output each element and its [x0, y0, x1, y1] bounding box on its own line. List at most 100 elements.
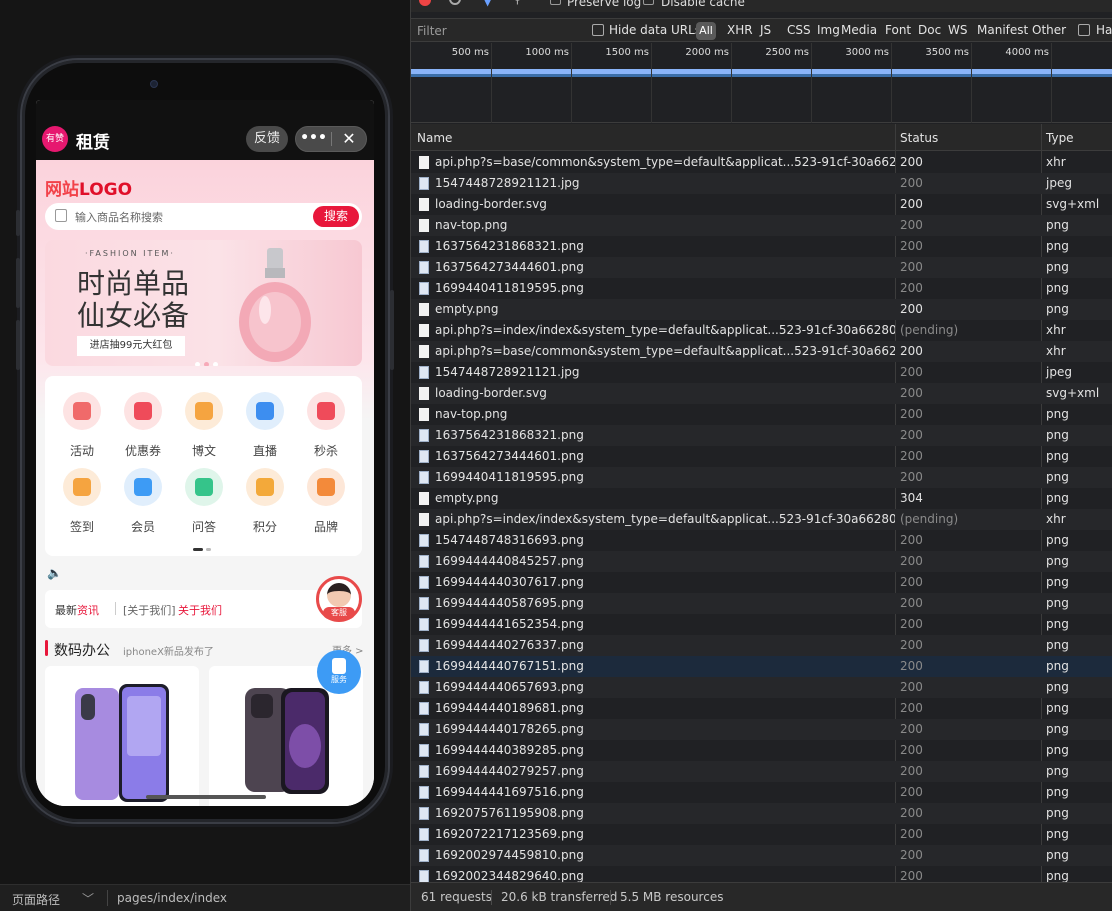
request-row[interactable]: 1547448728921121.jpg 200 jpeg	[411, 173, 1112, 194]
request-row[interactable]: 1699444440279257.png 200 png	[411, 761, 1112, 782]
grid-item[interactable]: 品牌	[296, 468, 356, 535]
grid-item[interactable]: 活动	[52, 392, 112, 459]
request-row[interactable]: 1692075761195908.png 200 png	[411, 803, 1112, 824]
search-input[interactable]: 输入商品名称搜索	[75, 209, 163, 225]
request-row[interactable]: 1637564231868321.png 200 png	[411, 425, 1112, 446]
page-path-bar: 页面路径 ﹀ pages/index/index	[0, 884, 410, 911]
request-row[interactable]: 1692002344829640.png 200 png	[411, 866, 1112, 882]
grid-item[interactable]: 会员	[113, 468, 173, 535]
preserve-log-checkbox[interactable]	[550, 0, 561, 5]
type-filter-css[interactable]: CSS	[787, 23, 811, 37]
type-filter-xhr[interactable]: XHR	[727, 23, 753, 37]
timeline-gridline	[1051, 43, 1052, 123]
grid-item[interactable]: 积分	[235, 468, 295, 535]
image-file-icon	[419, 240, 429, 253]
type-filter-img[interactable]: Img	[817, 23, 840, 37]
grid-item[interactable]: 直播	[235, 392, 295, 459]
grid-item[interactable]: 优惠券	[113, 392, 173, 459]
grid-item[interactable]: 博文	[174, 392, 234, 459]
product-card[interactable]	[45, 666, 199, 806]
type-filter-media[interactable]: Media	[841, 23, 877, 37]
search-button[interactable]: 搜索	[313, 206, 359, 227]
has-blocked-checkbox[interactable]	[1078, 24, 1090, 36]
type-filter-manifest[interactable]: Manifest	[977, 23, 1028, 37]
request-row[interactable]: loading-border.svg 200 svg+xml	[411, 383, 1112, 404]
request-row[interactable]: api.php?s=index/index&system_type=defaul…	[411, 320, 1112, 341]
request-row[interactable]: 1699440411819595.png 200 png	[411, 278, 1112, 299]
request-row[interactable]: 1699444440587695.png 200 png	[411, 593, 1112, 614]
type-filter-font[interactable]: Font	[885, 23, 911, 37]
request-row[interactable]: 1699444440845257.png 200 png	[411, 551, 1112, 572]
grid-item-icon	[185, 468, 223, 506]
feedback-button[interactable]: 反馈	[246, 126, 288, 152]
service-icon	[332, 658, 346, 674]
request-status: 200	[900, 764, 923, 778]
path-divider	[107, 890, 108, 906]
request-row[interactable]: api.php?s=base/common&system_type=defaul…	[411, 152, 1112, 173]
request-row[interactable]: 1699444440389285.png 200 png	[411, 740, 1112, 761]
search-box[interactable]: 输入商品名称搜索 搜索	[45, 203, 362, 230]
filter-input[interactable]: Filter	[417, 24, 447, 38]
request-row[interactable]: 1699444440178265.png 200 png	[411, 719, 1112, 740]
grid-item-label: 签到	[69, 520, 94, 534]
record-icon[interactable]	[419, 0, 431, 6]
service-button[interactable]: 服务	[317, 650, 361, 694]
request-row[interactable]: api.php?s=base/common&system_type=defaul…	[411, 341, 1112, 362]
request-type: png	[1046, 575, 1069, 589]
request-row[interactable]: 1699444441697516.png 200 png	[411, 782, 1112, 803]
request-row[interactable]: 1699444440276337.png 200 png	[411, 635, 1112, 656]
request-row[interactable]: 1699440411819595.png 200 png	[411, 467, 1112, 488]
request-name: 1692002344829640.png	[435, 869, 584, 882]
type-filter-js[interactable]: JS	[760, 23, 771, 37]
request-row[interactable]: 1699444441652354.png 200 png	[411, 614, 1112, 635]
filter-all-button[interactable]: All	[696, 22, 716, 40]
type-filter-other[interactable]: Other	[1032, 23, 1066, 37]
grid-item[interactable]: 秒杀	[296, 392, 356, 459]
grid-item[interactable]: 问答	[174, 468, 234, 535]
request-row[interactable]: nav-top.png 200 png	[411, 404, 1112, 425]
request-name: 1547448748316693.png	[435, 533, 584, 547]
request-row[interactable]: nav-top.png 200 png	[411, 215, 1112, 236]
news-link-2[interactable]: 关于我们	[178, 602, 222, 618]
request-row[interactable]: 1699444440657693.png 200 png	[411, 677, 1112, 698]
request-row[interactable]: 1699444440767151.png 200 png	[411, 656, 1112, 677]
request-row[interactable]: empty.png 304 png	[411, 488, 1112, 509]
request-name: 1637564273444601.png	[435, 449, 584, 463]
customer-service-button[interactable]: 客服	[316, 576, 362, 622]
grid-item[interactable]: 签到	[52, 468, 112, 535]
request-row[interactable]: 1547448728921121.jpg 200 jpeg	[411, 362, 1112, 383]
network-toolbar: ▼ ⚲ Preserve log Disable cache	[411, 0, 1112, 12]
request-row[interactable]: 1637564273444601.png 200 png	[411, 257, 1112, 278]
type-filter-doc[interactable]: Doc	[918, 23, 941, 37]
filter-icon[interactable]: ▼	[483, 0, 492, 8]
disable-cache-checkbox[interactable]	[643, 0, 654, 5]
request-name: nav-top.png	[435, 407, 508, 421]
promo-banner[interactable]: ·FASHION ITEM· 时尚单品 仙女必备 进店抽99元大红包	[45, 240, 362, 366]
request-row[interactable]: 1699444440307617.png 200 png	[411, 572, 1112, 593]
column-type[interactable]: Type	[1046, 131, 1074, 145]
more-icon[interactable]: •••	[296, 127, 331, 151]
request-row[interactable]: 1637564231868321.png 200 png	[411, 236, 1112, 257]
clear-icon[interactable]	[449, 0, 461, 5]
hide-data-urls-checkbox[interactable]	[592, 24, 604, 36]
request-row[interactable]: empty.png 200 png	[411, 299, 1112, 320]
news-link-1[interactable]: [关于我们]	[123, 602, 176, 618]
request-row[interactable]: 1699444440189681.png 200 png	[411, 698, 1112, 719]
close-icon[interactable]: ✕	[332, 127, 366, 151]
network-timeline[interactable]: 500 ms 1000 ms 1500 ms 2000 ms 2500 ms 3000 m…	[411, 43, 1112, 123]
type-filter-ws[interactable]: WS	[948, 23, 967, 37]
request-row[interactable]: 1637564273444601.png 200 png	[411, 446, 1112, 467]
search-icon[interactable]: ⚲	[513, 0, 522, 6]
request-row[interactable]: 1692002974459810.png 200 png	[411, 845, 1112, 866]
request-name: 1637564273444601.png	[435, 260, 584, 274]
request-row[interactable]: 1547448748316693.png 200 png	[411, 530, 1112, 551]
column-name[interactable]: Name	[417, 131, 452, 145]
request-row[interactable]: api.php?s=index/index&system_type=defaul…	[411, 509, 1112, 530]
chevron-down-icon[interactable]: ﹀	[82, 890, 94, 907]
request-row[interactable]: loading-border.svg 200 svg+xml	[411, 194, 1112, 215]
column-status[interactable]: Status	[900, 131, 938, 145]
image-file-icon	[419, 723, 429, 736]
request-row[interactable]: 1692072217123569.png 200 png	[411, 824, 1112, 845]
request-status: 200	[900, 407, 923, 421]
news-bar[interactable]: 最新资讯 [关于我们] 关于我们	[45, 590, 362, 628]
